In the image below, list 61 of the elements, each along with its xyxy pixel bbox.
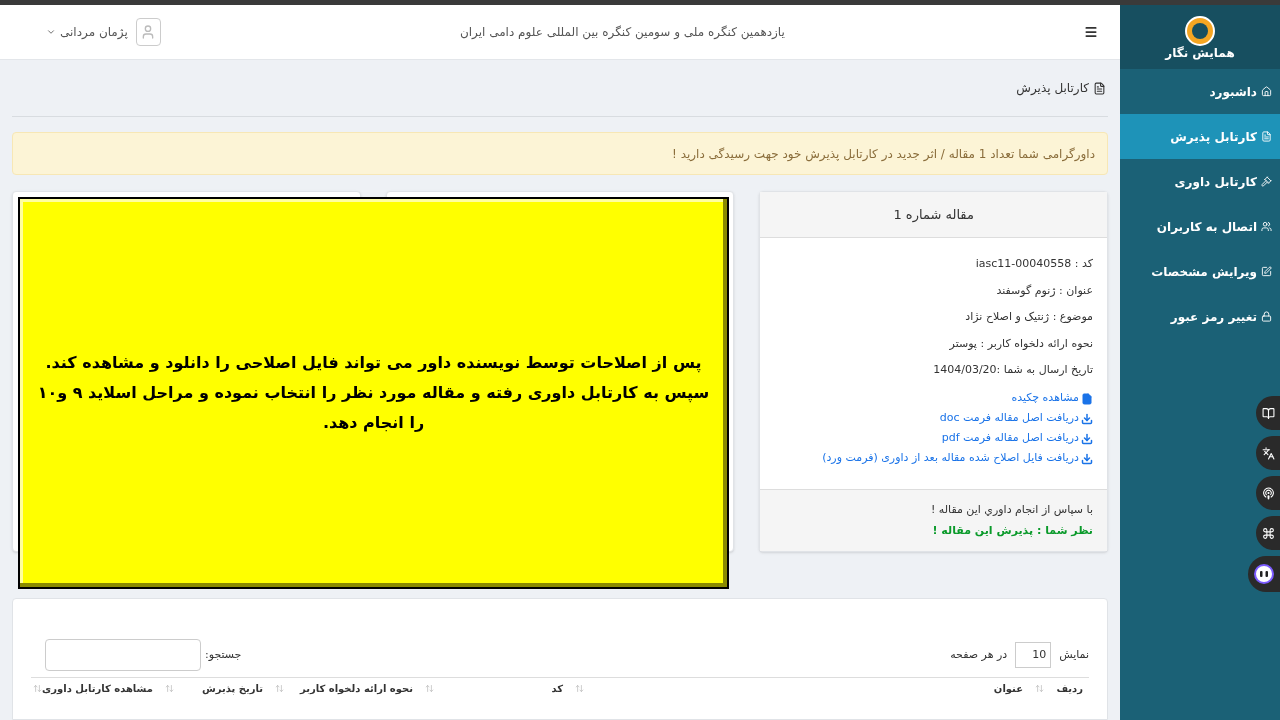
- column-header[interactable]: عنوان: [569, 681, 1029, 696]
- sidebar-item[interactable]: تغییر رمز عبور: [1120, 294, 1280, 339]
- instruction-callout: پس از اصلاحات توسط نویسنده داور می تواند فایل اصلاحی را دانلود و مشاهده کند. سپس به کارتابل داوری رفته و مقاله مورد نظر را انتخاب نموده و مراحل اسلاید ۹ و۱۰ را انجام دهد.: [18, 197, 729, 589]
- document-icon: [1093, 81, 1106, 95]
- alert-message: داورگرامی شما تعداد 1 مقاله / اثر جدید در کارتابل پذیرش خود جهت رسیدگی دارید !: [12, 132, 1108, 175]
- card-header: مقاله شماره 1: [760, 192, 1107, 238]
- sidebar-item[interactable]: کارتابل داوری: [1120, 159, 1280, 204]
- article-link[interactable]: دریافت اصل مقاله فرمت pdf: [774, 428, 1093, 449]
- download-icon: [1081, 452, 1093, 465]
- sort-icon: [425, 684, 434, 693]
- tool-icon: [1261, 486, 1275, 500]
- logo-icon: [1184, 15, 1216, 47]
- show-label: نمایش: [1059, 646, 1089, 663]
- sort-icon: [165, 684, 174, 693]
- menu-icon: [1261, 221, 1272, 232]
- thanks-message: با سپاس از انجام داوري اين مقاله !: [929, 502, 1093, 518]
- file-icon: [1081, 392, 1093, 405]
- menu-icon: [1261, 86, 1272, 97]
- menu-icon: [1261, 266, 1272, 277]
- column-header[interactable]: مشاهده کارتابل داوری: [27, 681, 159, 696]
- conference-title: یازدهمین کنگره ملی و سومین کنگره بین المللی علوم دامی ایران: [459, 24, 785, 41]
- menu-icon: [1261, 311, 1272, 322]
- article-field: تاریخ ارسال به شما :1404/03/20: [774, 362, 1093, 389]
- bot-face-icon: [1254, 564, 1274, 584]
- article-link[interactable]: دریافت اصل مقاله فرمت doc: [774, 408, 1093, 429]
- sidebar-item[interactable]: کارتابل پذیرش: [1120, 114, 1280, 159]
- article-link[interactable]: دریافت فایل اصلاح شده مقاله بعد از داوری (فرمت ورد): [774, 448, 1093, 469]
- avatar-icon: [135, 18, 161, 46]
- column-header[interactable]: تاریخ پذیرش: [159, 681, 269, 696]
- download-icon: [1081, 432, 1093, 445]
- per-page-label: در هر صفحه: [950, 646, 1008, 663]
- sidebar-item[interactable]: داشبورد: [1120, 69, 1280, 114]
- download-icon: [1081, 412, 1093, 425]
- logo-text: همایش نگار: [1165, 47, 1235, 59]
- sort-icon: [33, 684, 43, 693]
- article-field: کد : iasc11-00040558: [774, 256, 1093, 283]
- user-menu[interactable]: پژمان مردانی: [46, 23, 128, 41]
- menu-icon: [1261, 176, 1272, 187]
- sort-icon: [575, 684, 584, 693]
- review-verdict: نظر شما : پذیرش این مقاله !: [931, 522, 1093, 539]
- page-length-select[interactable]: 10: [1015, 642, 1052, 668]
- sort-icon: [1035, 684, 1044, 693]
- tool-icon: [1261, 406, 1275, 420]
- sidebar-item[interactable]: ویرایش مشخصات: [1120, 249, 1280, 294]
- caret-icon: [46, 27, 56, 37]
- column-header[interactable]: کد: [419, 681, 569, 696]
- page-title: کارتابل پذیرش: [1016, 80, 1089, 97]
- sort-icon: [275, 684, 284, 693]
- search-field[interactable]: [45, 639, 201, 671]
- article-field: نحوه ارائه دلخواه کاربر : پوستر: [774, 335, 1093, 362]
- menu-button[interactable]: [1084, 25, 1098, 39]
- tool-icon: [1261, 446, 1275, 460]
- column-header[interactable]: ردیف: [1029, 681, 1089, 696]
- menu-icon: [1261, 131, 1272, 142]
- article-field: عنوان : ژنوم گوسفند: [774, 282, 1093, 309]
- article-field: موضوع : ژنتیک و اصلاح نژاد: [774, 309, 1093, 336]
- article-link[interactable]: مشاهده چکیده: [774, 388, 1093, 409]
- column-header[interactable]: نحوه ارائه دلخواه کاربر: [269, 681, 419, 696]
- tool-icon: [1261, 526, 1275, 540]
- search-label: جستجو:: [205, 646, 242, 663]
- sidebar-item[interactable]: اتصال به کاربران: [1120, 204, 1280, 249]
